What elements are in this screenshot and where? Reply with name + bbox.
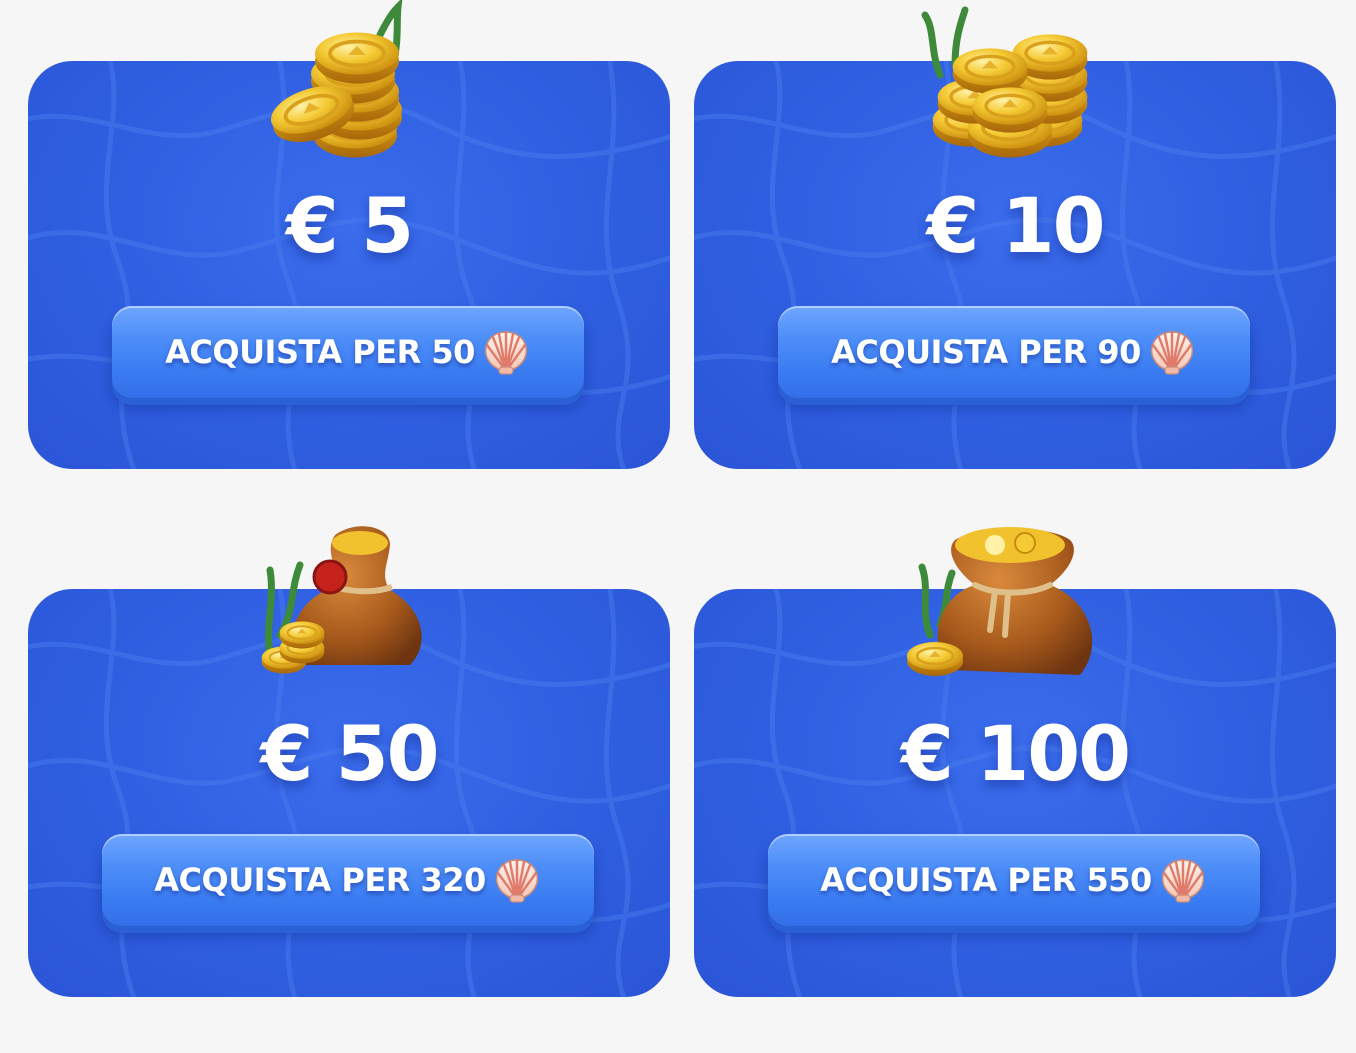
gold-coins-stack-icon [250, 0, 450, 175]
offer-price: € 5 [285, 181, 414, 270]
buy-button-label: ACQUISTA PER 550 [820, 861, 1152, 899]
buy-button-50[interactable]: ACQUISTA PER 50 [112, 306, 584, 398]
shell-icon [1147, 329, 1197, 375]
coin-sack-small-icon [240, 515, 440, 685]
buy-button-label: ACQUISTA PER 50 [165, 333, 475, 371]
shell-icon [481, 329, 531, 375]
buy-button-320[interactable]: ACQUISTA PER 320 [102, 834, 594, 926]
offer-price: € 10 [926, 181, 1105, 270]
buy-button-550[interactable]: ACQUISTA PER 550 [768, 834, 1260, 926]
buy-button-label: ACQUISTA PER 90 [831, 333, 1141, 371]
coin-sack-large-icon [900, 515, 1100, 685]
offer-price: € 100 [901, 709, 1131, 798]
gold-coins-pile-icon [910, 5, 1110, 175]
buy-button-label: ACQUISTA PER 320 [154, 861, 486, 899]
buy-button-90[interactable]: ACQUISTA PER 90 [778, 306, 1250, 398]
offer-price: € 50 [260, 709, 439, 798]
shell-icon [492, 857, 542, 903]
shell-icon [1158, 857, 1208, 903]
